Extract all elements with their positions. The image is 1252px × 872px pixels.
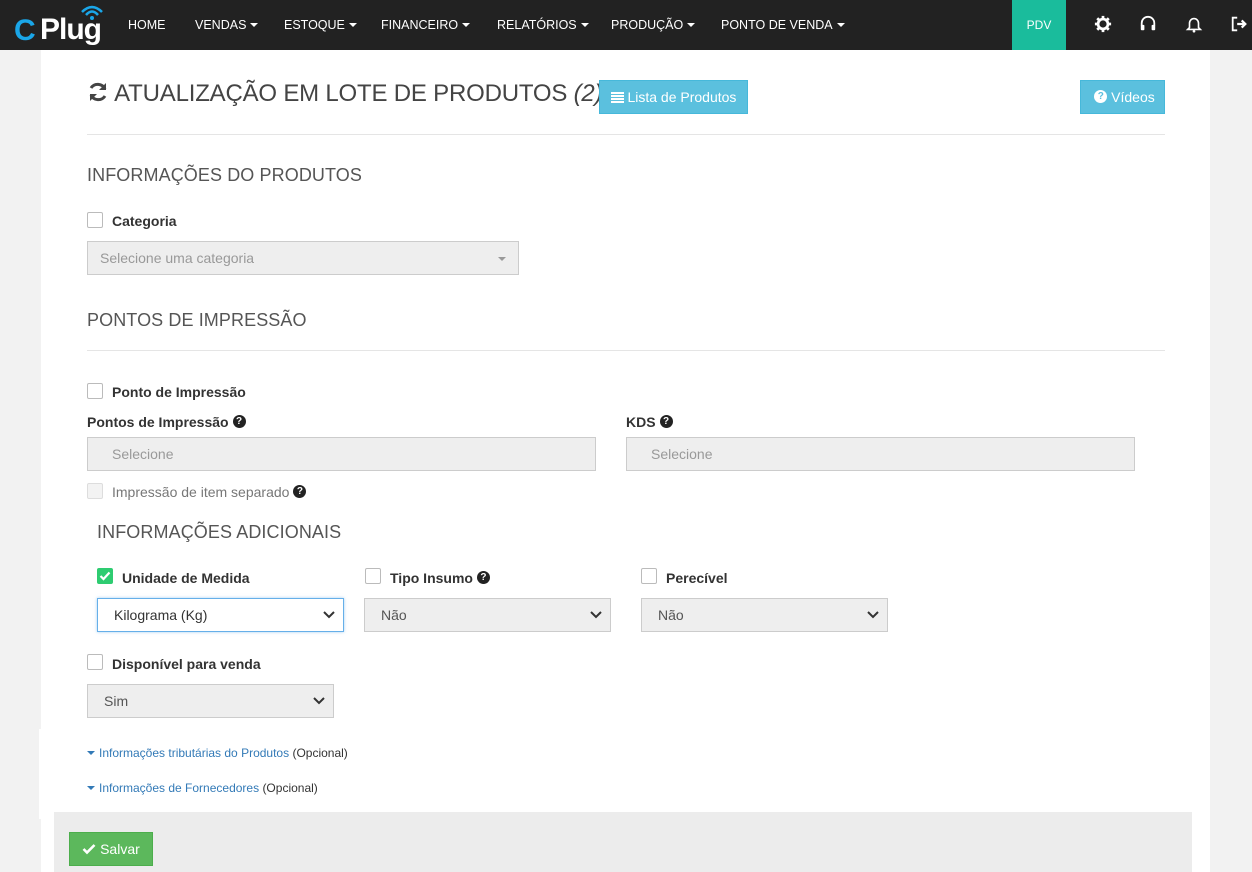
- caret-down-icon: [580, 22, 589, 27]
- tributarias-link[interactable]: Informações tributárias do Produtos: [99, 746, 289, 760]
- tributarias-toggle[interactable]: Informações tributárias do Produtos (Opc…: [87, 746, 348, 760]
- nav-financeiro-label: FINANCEIRO: [381, 18, 459, 32]
- section-title-impressao: PONTOS DE IMPRESSÃO: [87, 310, 307, 330]
- refresh-icon: [89, 82, 107, 102]
- logo-c: C: [14, 14, 36, 47]
- nav-relatorios[interactable]: RELATÓRIOS: [497, 0, 589, 50]
- section-title-adicionais: INFORMAÇÕES ADICIONAIS: [97, 522, 342, 542]
- divider: [87, 350, 1165, 351]
- videos-button[interactable]: ? Vídeos: [1080, 80, 1165, 114]
- caret-down-icon: [687, 22, 696, 27]
- nav-producao-label: PRODUÇÃO: [611, 18, 684, 32]
- chevron-down-icon: [323, 611, 335, 619]
- tipo-insumo-label: Tipo Insumo?: [390, 570, 490, 586]
- categoria-select[interactable]: Selecione uma categoria: [87, 241, 519, 275]
- ponto-impressao-label: Ponto de Impressão: [112, 384, 246, 400]
- question-circle-icon: ?: [1094, 90, 1108, 104]
- nav-financeiro[interactable]: FINANCEIRO: [381, 0, 471, 50]
- unidade-medida-checkbox[interactable]: [97, 568, 113, 584]
- caret-down-icon: [348, 22, 357, 27]
- caret-down-icon: [87, 750, 95, 755]
- perecivel-checkbox[interactable]: [641, 568, 657, 584]
- wifi-icon: [81, 5, 103, 20]
- ponto-impressao-checkbox[interactable]: [87, 383, 103, 399]
- nav-ponto-de-venda[interactable]: PONTO DE VENDA: [721, 0, 845, 50]
- unidade-medida-value: Kilograma (Kg): [114, 607, 208, 623]
- pontos-impressao-text: Pontos de Impressão: [87, 414, 229, 430]
- tipo-insumo-checkbox[interactable]: [365, 568, 381, 584]
- disponivel-venda-value: Sim: [104, 693, 129, 709]
- fornecedores-optional: (Opcional): [262, 781, 318, 795]
- list-icon: [610, 92, 624, 103]
- categoria-label: Categoria: [112, 213, 177, 229]
- nav-vendas-label: VENDAS: [195, 18, 247, 32]
- unidade-medida-label: Unidade de Medida: [122, 570, 250, 586]
- caret-down-icon: [87, 785, 95, 790]
- perecivel-label: Perecível: [666, 570, 728, 586]
- top-navbar: C Plug HOME VENDAS ESTOQUE FINANCEIRO RE…: [0, 0, 1252, 50]
- question-circle-icon[interactable]: ?: [293, 485, 307, 499]
- caret-down-icon: [836, 22, 845, 27]
- nav-estoque-label: ESTOQUE: [284, 18, 345, 32]
- cplug-logo[interactable]: C Plug: [14, 4, 106, 48]
- caret-down-icon: [498, 257, 506, 261]
- tipo-insumo-value: Não: [381, 607, 407, 623]
- disponivel-venda-checkbox[interactable]: [87, 654, 103, 670]
- gear-icon[interactable]: [1094, 15, 1114, 35]
- panel-lower: [39, 729, 1206, 819]
- item-separado-label: Impressão de item separado?: [112, 484, 307, 500]
- unidade-medida-select[interactable]: Kilograma (Kg): [97, 598, 344, 632]
- nav-ponto-de-venda-label: PONTO DE VENDA: [721, 18, 833, 32]
- nav-vendas[interactable]: VENDAS: [195, 0, 259, 50]
- lista-produtos-label: Lista de Produtos: [627, 89, 737, 105]
- save-button[interactable]: Salvar: [69, 832, 153, 866]
- nav-estoque[interactable]: ESTOQUE: [284, 0, 357, 50]
- chevron-down-icon: [313, 697, 325, 705]
- nav-producao[interactable]: PRODUÇÃO: [611, 0, 696, 50]
- page-title: ATUALIZAÇÃO EM LOTE DE PRODUTOS (2): [87, 80, 603, 108]
- item-separado-checkbox[interactable]: [87, 483, 103, 499]
- check-icon: [99, 571, 111, 581]
- check-icon: [82, 844, 96, 855]
- bell-icon[interactable]: [1185, 15, 1205, 35]
- caret-down-icon: [462, 22, 471, 27]
- videos-label: Vídeos: [1111, 89, 1155, 105]
- section-title-produtos: INFORMAÇÕES DO PRODUTOS: [87, 165, 362, 185]
- categoria-placeholder: Selecione uma categoria: [100, 250, 255, 266]
- fornecedores-link[interactable]: Informações de Fornecedores: [99, 781, 259, 795]
- perecivel-value: Não: [658, 607, 684, 623]
- tributarias-optional: (Opcional): [292, 746, 348, 760]
- nav-home-label: HOME: [128, 18, 166, 32]
- question-circle-icon[interactable]: ?: [476, 571, 490, 585]
- divider: [87, 134, 1165, 135]
- disponivel-venda-select[interactable]: Sim: [87, 684, 334, 718]
- fornecedores-toggle[interactable]: Informações de Fornecedores (Opcional): [87, 781, 318, 795]
- caret-down-icon: [250, 22, 259, 27]
- pdv-button[interactable]: PDV: [1012, 0, 1066, 50]
- tipo-insumo-select[interactable]: Não: [364, 598, 611, 632]
- pontos-impressao-select[interactable]: Selecione: [87, 437, 596, 471]
- categoria-checkbox[interactable]: [87, 212, 103, 228]
- tipo-insumo-text: Tipo Insumo: [390, 570, 473, 586]
- question-circle-icon[interactable]: ?: [659, 415, 673, 429]
- nav-relatorios-label: RELATÓRIOS: [497, 18, 577, 32]
- kds-text: KDS: [626, 414, 656, 430]
- pontos-impressao-label: Pontos de Impressão?: [87, 414, 246, 430]
- kds-select[interactable]: Selecione: [626, 437, 1135, 471]
- disponivel-venda-label: Disponível para venda: [112, 656, 261, 672]
- kds-label: KDS?: [626, 414, 673, 430]
- form-footer: [54, 812, 1192, 872]
- chevron-down-icon: [590, 611, 602, 619]
- question-circle-icon[interactable]: ?: [232, 415, 246, 429]
- chevron-down-icon: [867, 611, 879, 619]
- save-label: Salvar: [100, 841, 140, 857]
- headset-icon[interactable]: [1139, 15, 1159, 35]
- logout-icon[interactable]: [1230, 15, 1250, 35]
- perecivel-select[interactable]: Não: [641, 598, 888, 632]
- item-separado-text: Impressão de item separado: [112, 484, 290, 500]
- nav-home[interactable]: HOME: [128, 0, 166, 50]
- lista-produtos-button[interactable]: Lista de Produtos: [599, 80, 748, 114]
- page-title-text: ATUALIZAÇÃO EM LOTE DE PRODUTOS: [114, 80, 568, 107]
